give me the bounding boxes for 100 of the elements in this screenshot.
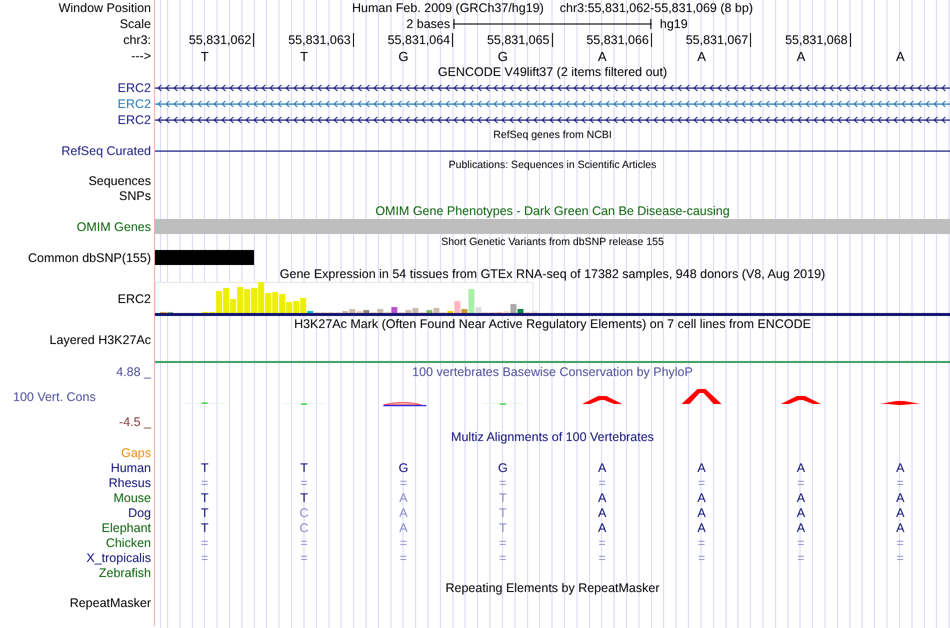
base-letter: A [697,490,706,504]
base-letter: C [300,520,309,534]
base-letter: A [796,48,806,64]
track-title: Repeating Elements by RepeatMasker [445,580,660,596]
base-letter: A [399,520,408,534]
base-letter: = [797,536,805,550]
track-label[interactable]: OMIM Genes [76,220,151,234]
base-letter: T [498,520,507,534]
track-label[interactable]: Human [110,460,151,474]
track-label[interactable]: Layered H3K27Ac [50,333,151,347]
base-letter: = [698,550,706,564]
track-label[interactable]: Elephant [102,520,151,534]
base-letter: = [797,550,805,564]
base-letter: A [697,520,706,534]
base-letter: G [398,48,408,64]
base-letter: A [796,490,806,504]
base-letter: = [896,550,904,564]
ruler-tick-label: 55,831,068 [785,32,851,46]
base-letter: T [200,460,208,474]
base-letter: A [697,506,706,520]
base-letter: = [400,550,408,564]
base-letter: = [896,476,904,490]
base-letter: A [896,520,904,534]
base-letter: = [300,536,308,550]
row-label: ---> [131,49,151,63]
base-letter: = [201,536,208,550]
base-letter: C [300,506,309,520]
axis-min-label: -4.5 _ [119,414,151,428]
base-letter: T [300,490,308,504]
base-letter: = [400,536,408,550]
track-label[interactable]: RepeatMasker [70,596,151,610]
scale-db-label: hg19 [658,16,688,30]
track-label[interactable]: Mouse [113,490,151,504]
base-letter: A [896,48,905,64]
base-letter: A [399,490,408,504]
base-letter: T [498,490,507,504]
base-letter: = [598,536,606,550]
base-letter: = [499,536,506,550]
base-letter: A [598,490,606,504]
track-label[interactable]: Dog [128,506,151,520]
track-title: GENCODE V49lift37 (2 items filtered out) [438,64,668,80]
ruler-tick-label: 55,831,064 [388,32,454,46]
base-letter: = [598,550,606,564]
ruler-tick-label: 55,831,067 [686,32,752,46]
base-letter: = [400,476,408,490]
base-letter: = [698,536,706,550]
track-label[interactable]: X_tropicalis [86,550,151,564]
track-title: RefSeq genes from NCBI [493,128,612,143]
base-letter: A [598,506,606,520]
base-letter: T [200,506,208,520]
position-text: chr3:55,831,062-55,831,069 (8 bp) [560,1,753,15]
track-title: 100 vertebrates Basewise Conservation by PhyloP [412,364,693,380]
base-letter: G [498,460,508,474]
base-letter: = [201,476,208,490]
base-letter: T [200,48,209,64]
track-title: Gene Expression in 54 tissues from GTEx RNA-seq of 17382 samples, 948 donors (V8, Aug 2019) [280,266,826,282]
ruler-tick-label: 55,831,066 [586,32,652,46]
base-letter: A [697,48,706,64]
base-letter: A [697,460,706,474]
base-letter: = [896,536,904,550]
axis-max-label: 4.88 _ [116,365,151,379]
base-letter: G [398,460,408,474]
base-letter: = [201,550,208,564]
base-letter: A [598,520,606,534]
row-label: Scale [120,16,151,30]
track-label[interactable]: SNPs [119,188,151,202]
track-title: Short Genetic Variants from dbSNP release 155 [441,235,664,250]
track-label[interactable]: RefSeq Curated [61,144,151,158]
base-letter: T [300,460,308,474]
track-title: Multiz Alignments of 100 Vertebrates [451,430,654,444]
scale-length: 2 bases [406,16,452,30]
base-letter: T [300,48,308,64]
base-letter: A [896,506,904,520]
base-letter: A [796,506,806,520]
base-letter: = [499,476,506,490]
base-letter: = [300,550,308,564]
row-label: chr3: [123,32,151,46]
track-title: Publications: Sequences in Scientific Articles [448,158,656,173]
base-letter: A [796,460,806,474]
track-label[interactable]: Sequences [88,174,151,188]
track-label[interactable]: Zebrafish [98,566,151,580]
base-letter: T [200,520,208,534]
track-label[interactable]: Rhesus [108,476,151,490]
assembly-text: Human Feb. 2009 (GRCh37/hg19) [352,1,544,15]
track-label[interactable]: ERC2 [118,97,151,111]
base-letter: T [498,506,507,520]
track-label[interactable]: 100 Vert. Cons [13,390,96,404]
track-label[interactable]: Chicken [106,536,151,550]
base-letter: T [200,490,208,504]
row-label: Window Position [58,1,151,15]
base-letter: G [498,48,508,64]
track-label[interactable]: ERC2 [118,292,151,306]
track-title: OMIM Gene Phenotypes - Dark Green Can Be Disease-causing [375,204,730,218]
base-letter: A [796,520,806,534]
base-letter: = [797,476,805,490]
base-letter: A [598,48,607,64]
track-label[interactable]: ERC2 [118,81,151,95]
track-label[interactable]: ERC2 [118,113,151,127]
track-label[interactable]: Common dbSNP(155) [28,251,151,265]
base-letter: A [598,460,606,474]
